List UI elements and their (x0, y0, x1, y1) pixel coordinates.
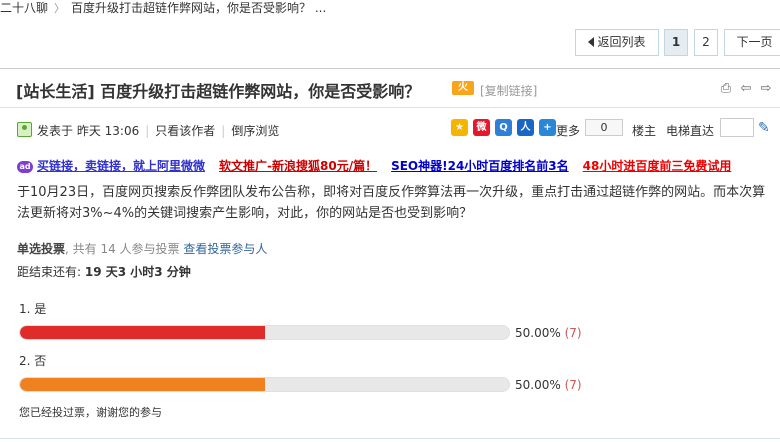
poll-option-bar (19, 325, 510, 340)
floor-input[interactable] (720, 118, 754, 137)
breadcrumb-separator-icon: 〉 (54, 2, 66, 15)
share-count: 0 (585, 119, 623, 136)
back-arrow-icon (588, 36, 595, 47)
poll-option-bar-fill (20, 378, 265, 391)
post-content: 于10月23日，百度网页搜索反作弊团队发布公告称，即将对百度反作弊算法再一次升级… (17, 185, 766, 221)
floor-label: 楼主 (632, 124, 657, 138)
only-author-link[interactable]: 只看该作者 (155, 124, 215, 138)
ad-link-3[interactable]: SEO神器!24小时百度排名前3名 (391, 159, 569, 173)
weibo-share-icon[interactable]: 微 (473, 119, 490, 136)
poll-option-bar-fill (20, 326, 265, 339)
next-page-button[interactable]: 下一页 (724, 29, 780, 56)
remaining-label: 距结束还有: (17, 265, 82, 279)
elevator-label: 电梯直达 (666, 124, 715, 138)
user-icon (17, 122, 32, 137)
hot-icon: 火 (452, 81, 474, 95)
ad-link-1[interactable]: 买链接，卖链接，就上阿里微微 (37, 159, 205, 173)
poll-option-count: (7) (564, 378, 582, 392)
renren-share-icon[interactable]: 人 (517, 119, 534, 136)
ad-icon: ad (17, 160, 33, 173)
poll-remaining: 距结束还有: 19 天3 小时3 分钟 (17, 263, 191, 280)
voted-message: 您已经投过票，谢谢您的参与 (19, 406, 162, 419)
prev-thread-icon[interactable]: ⇦ (738, 81, 754, 97)
divider (0, 438, 780, 439)
more-share-icon[interactable]: + (539, 119, 556, 136)
page-1-button[interactable]: 1 (664, 29, 688, 56)
jump-go-icon[interactable]: ✎ (758, 120, 774, 136)
back-to-list-button[interactable]: 返回列表 (575, 29, 659, 56)
copy-link-button[interactable]: [复制链接] (480, 82, 537, 99)
thread-title-bar: [站长生活] 百度升级打击超链作弊网站，你是否受影响？ 火 [复制链接] ⎙ ⇦… (0, 68, 780, 108)
ad-link-4[interactable]: 48小时进百度前三免费试用 (583, 159, 732, 173)
poll-option-bar (19, 377, 510, 392)
next-thread-icon[interactable]: ⇨ (758, 81, 774, 97)
post-meta: 发表于 昨天 13:06 | 只看该作者 | 倒序浏览 (37, 124, 280, 138)
poll-option-label: 1. 是 (19, 302, 47, 316)
page-2-button[interactable]: 2 (694, 29, 718, 56)
poll-total: , 共有 14 人参与投票 (65, 242, 180, 256)
author-bar: 发表于 昨天 13:06 | 只看该作者 | 倒序浏览 ★ 微 Q 人 + 更多 0 楼… (0, 118, 780, 142)
poll-option-percent: 50.00% (7) (515, 326, 582, 340)
poll-option-percent: 50.00% (7) (515, 378, 582, 392)
qzone-share-icon[interactable]: ★ (451, 119, 468, 136)
ad-link-2[interactable]: 软文推广-新浪搜狐80元/篇！ (219, 159, 377, 173)
breadcrumb-item-thread: 百度升级打击超链作弊网站，你是否受影响？ ... (71, 1, 327, 15)
reverse-order-link[interactable]: 倒序浏览 (231, 124, 279, 138)
poll-type: 单选投票 (17, 242, 66, 256)
qq-share-icon[interactable]: Q (495, 119, 512, 136)
post-time: 发表于 昨天 13:06 (37, 124, 140, 138)
thread-title: [站长生活] 百度升级打击超链作弊网站，你是否受影响？ (16, 82, 421, 101)
breadcrumb: 二十八聊〉百度升级打击超链作弊网站，你是否受影响？ ... (0, 0, 326, 16)
more-share-label[interactable]: 更多 (556, 122, 580, 139)
poll-header: 单选投票, 共有 14 人参与投票 查看投票参与人 (17, 240, 267, 257)
poll-option-count: (7) (564, 326, 582, 340)
print-icon[interactable]: ⎙ (718, 81, 734, 97)
view-voters-link[interactable]: 查看投票参与人 (183, 242, 267, 256)
poll-option-label: 2. 否 (19, 354, 47, 368)
ad-links: ad 买链接，卖链接，就上阿里微微 软文推广-新浪搜狐80元/篇！ SEO神器!24小… (17, 157, 745, 175)
remaining-value: 19 天3 小时3 分钟 (84, 265, 191, 279)
breadcrumb-item-forum[interactable]: 二十八聊 (0, 1, 48, 15)
pager-row: 返回列表 1 2 下一页 (0, 29, 780, 57)
